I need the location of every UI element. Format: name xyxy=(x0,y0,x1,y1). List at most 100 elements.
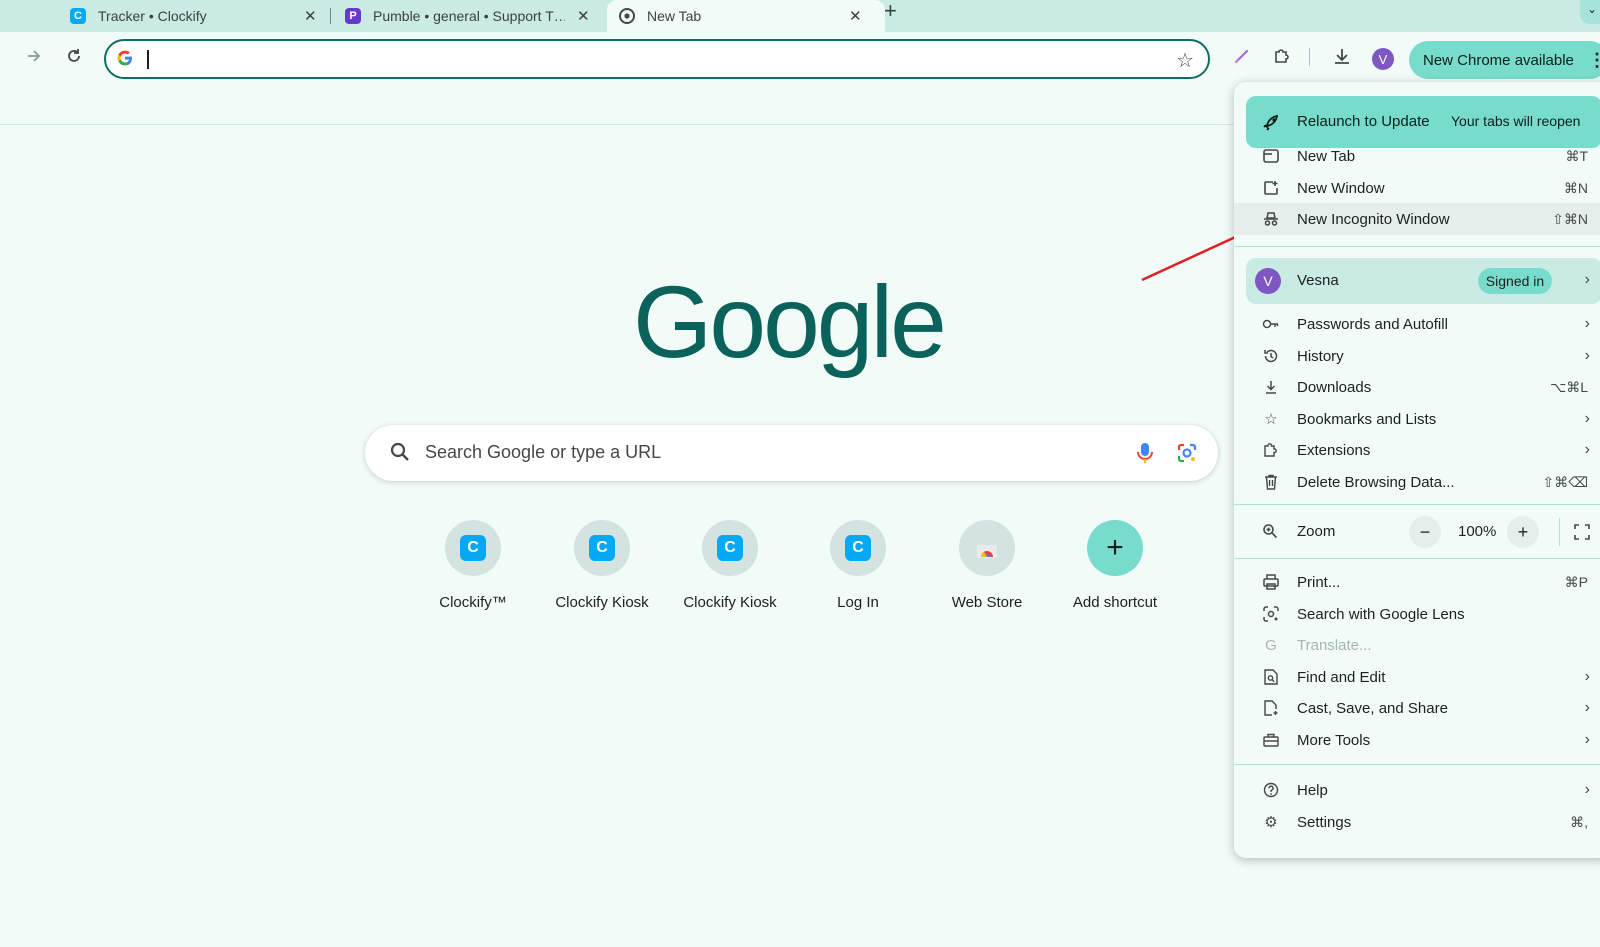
gear-icon: ⚙ xyxy=(1264,814,1278,831)
menu-item-search-google-lens[interactable]: Search with Google Lens xyxy=(1234,598,1600,630)
plus-icon: + xyxy=(1106,531,1124,564)
close-icon[interactable]: ✕ xyxy=(849,7,862,25)
incognito-icon xyxy=(1262,210,1280,228)
fullscreen-button[interactable] xyxy=(1566,516,1598,548)
tab-pumble-general[interactable]: P Pumble • general • Support T… ✕ xyxy=(345,0,595,32)
shortcut-tile[interactable]: C Clockify Kiosk xyxy=(538,520,666,611)
keyboard-shortcut: ⌥⌘L xyxy=(1550,378,1588,395)
menu-separator xyxy=(1234,504,1600,505)
menu-item-extensions[interactable]: Extensions › xyxy=(1234,434,1600,466)
profile-row[interactable]: V Vesna Signed in › xyxy=(1246,258,1600,304)
menu-item-label: Translate... xyxy=(1297,636,1372,654)
zoom-in-button[interactable]: + xyxy=(1507,516,1539,548)
menu-item-print[interactable]: Print... ⌘P xyxy=(1234,566,1600,598)
toolbar-divider xyxy=(1309,48,1310,66)
chrome-menu-button[interactable]: ⋮ xyxy=(1588,50,1600,71)
new-tab-icon xyxy=(1262,147,1280,165)
menu-item-new-window[interactable]: New Window ⌘N xyxy=(1234,172,1600,204)
tab-title: Tracker • Clockify xyxy=(98,8,207,24)
shortcut-tile[interactable]: C Clockify™ xyxy=(409,520,537,611)
menu-item-label: New Window xyxy=(1297,179,1385,197)
keyboard-shortcut: ⇧⌘N xyxy=(1552,210,1588,227)
menu-item-help[interactable]: Help › xyxy=(1234,774,1600,806)
menu-item-new-tab[interactable]: New Tab ⌘T xyxy=(1234,140,1600,172)
shortcut-icon-circle: C xyxy=(702,520,758,576)
new-chrome-available-button[interactable]: New Chrome available xyxy=(1409,41,1600,79)
menu-item-bookmarks-lists[interactable]: ☆ Bookmarks and Lists › xyxy=(1234,403,1600,435)
shortcut-tile[interactable]: C Clockify Kiosk xyxy=(666,520,794,611)
profile-name: Vesna xyxy=(1297,272,1339,289)
chevron-down-icon: ⌄ xyxy=(1586,2,1598,16)
bookmark-star-icon[interactable]: ☆ xyxy=(1176,48,1194,73)
close-icon[interactable]: ✕ xyxy=(577,7,590,25)
microphone-icon[interactable] xyxy=(1135,441,1155,465)
menu-item-translate: G Translate... xyxy=(1234,629,1600,661)
menu-item-settings[interactable]: ⚙ Settings ⌘, xyxy=(1234,806,1600,838)
menu-item-find-edit[interactable]: Find and Edit › xyxy=(1234,661,1600,693)
google-logo: Google xyxy=(633,265,947,379)
cast-save-icon xyxy=(1262,699,1280,717)
menu-item-label: New Tab xyxy=(1297,147,1356,165)
downloads-button[interactable] xyxy=(1330,44,1354,68)
zoom-out-button[interactable]: − xyxy=(1409,516,1441,548)
chevron-right-icon: › xyxy=(1584,781,1590,798)
menu-item-label: Extensions xyxy=(1297,441,1371,459)
forward-button[interactable] xyxy=(22,44,46,68)
menu-item-delete-browsing-data[interactable]: Delete Browsing Data... ⇧⌘⌫ xyxy=(1234,466,1600,498)
zoom-divider xyxy=(1559,518,1560,546)
shortcut-label: Clockify Kiosk xyxy=(555,594,649,611)
menu-item-cast-save-share[interactable]: Cast, Save, and Share › xyxy=(1234,692,1600,724)
menu-item-label: Delete Browsing Data... xyxy=(1297,473,1455,491)
pumble-icon: P xyxy=(345,8,361,24)
tab-strip: C Tracker • Clockify ✕ P Pumble • genera… xyxy=(0,0,1600,32)
keyboard-shortcut: ⌘P xyxy=(1564,573,1588,590)
menu-item-label: Cast, Save, and Share xyxy=(1297,699,1448,717)
zoom-row: Zoom − 100% + xyxy=(1234,512,1600,552)
keyboard-shortcut: ⌘T xyxy=(1565,147,1588,164)
tab-search-button[interactable]: ⌄ xyxy=(1580,0,1600,24)
menu-item-new-incognito-window[interactable]: New Incognito Window ⇧⌘N xyxy=(1234,203,1600,235)
star-icon: ☆ xyxy=(1264,411,1278,428)
close-icon[interactable]: ✕ xyxy=(304,7,317,25)
shortcut-icon-circle xyxy=(959,520,1015,576)
shortcut-icon-circle: C xyxy=(445,520,501,576)
shortcut-icon-circle: C xyxy=(574,520,630,576)
menu-item-passwords-autofill[interactable]: Passwords and Autofill › xyxy=(1234,308,1600,340)
shortcut-icon-circle: C xyxy=(830,520,886,576)
clockify-icon: C xyxy=(460,535,486,561)
address-bar[interactable]: ☆ xyxy=(104,39,1210,79)
menu-item-more-tools[interactable]: More Tools › xyxy=(1234,724,1600,756)
menu-item-history[interactable]: History › xyxy=(1234,340,1600,372)
key-icon xyxy=(1262,315,1280,333)
menu-item-downloads[interactable]: Downloads ⌥⌘L xyxy=(1234,371,1600,403)
tab-separator xyxy=(330,8,331,24)
shortcut-label: Clockify™ xyxy=(439,594,507,611)
clockify-icon: C xyxy=(717,535,743,561)
profile-avatar: V xyxy=(1255,268,1281,294)
translate-icon: G xyxy=(1265,636,1277,654)
keyboard-shortcut: ⇧⌘⌫ xyxy=(1542,473,1588,490)
shortcut-tile[interactable]: C Log In xyxy=(794,520,922,611)
forward-arrow-icon xyxy=(28,50,41,62)
help-icon xyxy=(1262,781,1280,799)
tab-tracker-clockify[interactable]: C Tracker • Clockify ✕ xyxy=(70,0,320,32)
google-lens-icon[interactable] xyxy=(1175,441,1199,465)
reload-button[interactable] xyxy=(62,44,86,68)
add-shortcut-tile[interactable]: + Add shortcut xyxy=(1051,520,1179,611)
menu-item-label: Find and Edit xyxy=(1297,668,1386,686)
tab-new-tab[interactable]: New Tab ✕ xyxy=(607,0,885,32)
new-tab-button[interactable]: + xyxy=(884,0,897,26)
extensions-button[interactable] xyxy=(1270,44,1294,68)
tab-title: Pumble • general • Support T… xyxy=(373,8,565,24)
chevron-right-icon: › xyxy=(1584,410,1590,427)
rocket-icon xyxy=(1263,114,1279,131)
shortcut-icon-circle: + xyxy=(1087,520,1143,576)
webstore-icon xyxy=(977,545,997,558)
shortcut-tile[interactable]: Web Store xyxy=(923,520,1051,611)
omnibox-input[interactable] xyxy=(152,46,1116,74)
profile-avatar[interactable]: V xyxy=(1372,48,1394,70)
ntp-search-box[interactable]: Search Google or type a URL xyxy=(365,425,1218,481)
clockify-icon: C xyxy=(70,8,86,24)
menu-item-label: History xyxy=(1297,347,1344,365)
pen-extension-icon[interactable] xyxy=(1230,44,1254,68)
